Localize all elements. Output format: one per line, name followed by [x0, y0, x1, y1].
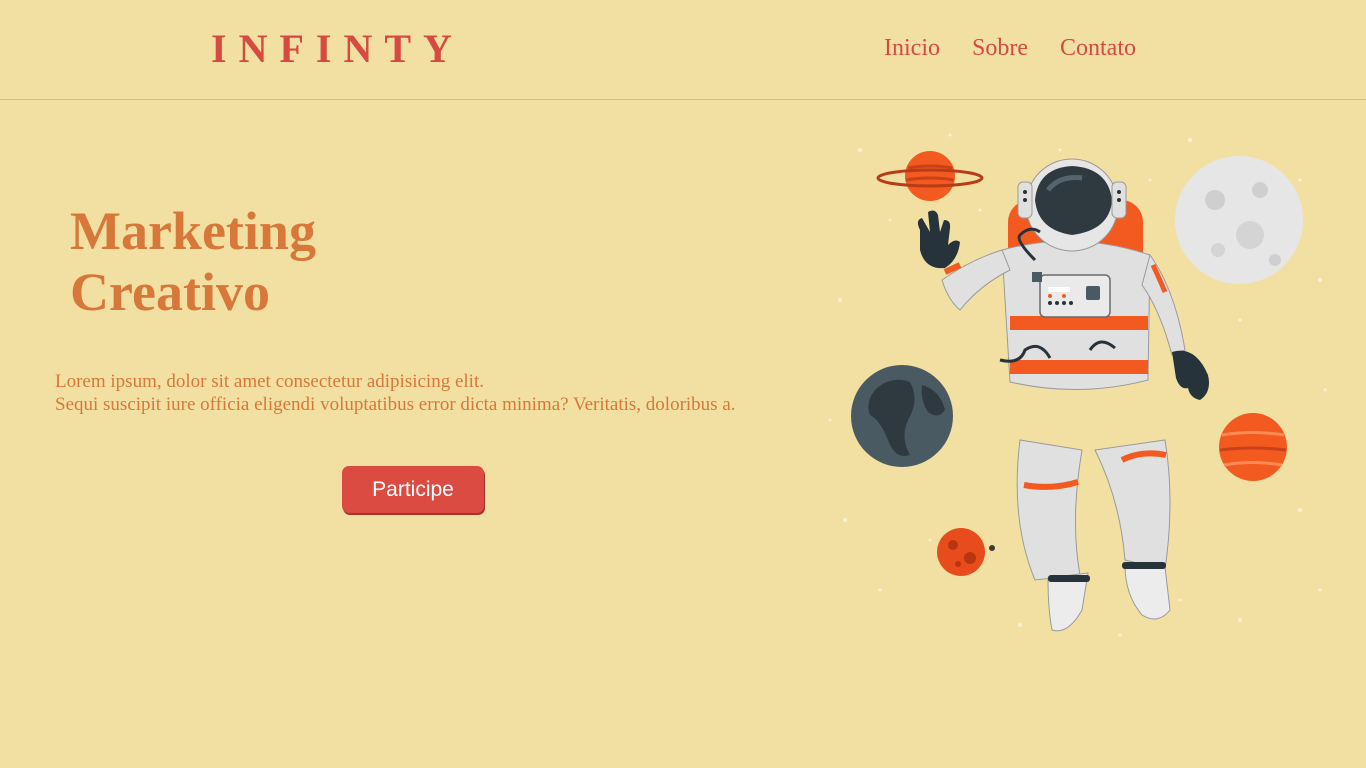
moon-icon [1175, 156, 1303, 284]
hero-description-line1: Lorem ipsum, dolor sit amet consectetur … [55, 371, 484, 392]
nav-link-contato[interactable]: Contato [1060, 33, 1136, 63]
hero-description-line2: Sequi suscipit iure officia eligendi vol… [55, 394, 736, 415]
logo[interactable]: INFINTY [211, 26, 464, 72]
striped-planet-icon [1219, 413, 1287, 481]
nav-link-inicio[interactable]: Inicio [884, 33, 940, 63]
participe-button[interactable]: Participe [342, 466, 484, 513]
hero-title-line1: Marketing [70, 201, 316, 261]
hero-description: Lorem ipsum, dolor sit amet consectetur … [55, 370, 736, 416]
main-nav: Inicio Sobre Contato [884, 33, 1136, 63]
nav-link-sobre[interactable]: Sobre [972, 33, 1028, 63]
ringed-planet-icon [876, 151, 984, 201]
hero-title: Marketing Creativo [70, 201, 316, 323]
mars-icon [937, 528, 995, 576]
earth-icon [851, 365, 953, 467]
hero-title-line2: Creativo [70, 262, 270, 322]
site-header: INFINTY Inicio Sobre Contato [0, 0, 1366, 100]
astronaut-illustration [828, 133, 1327, 637]
